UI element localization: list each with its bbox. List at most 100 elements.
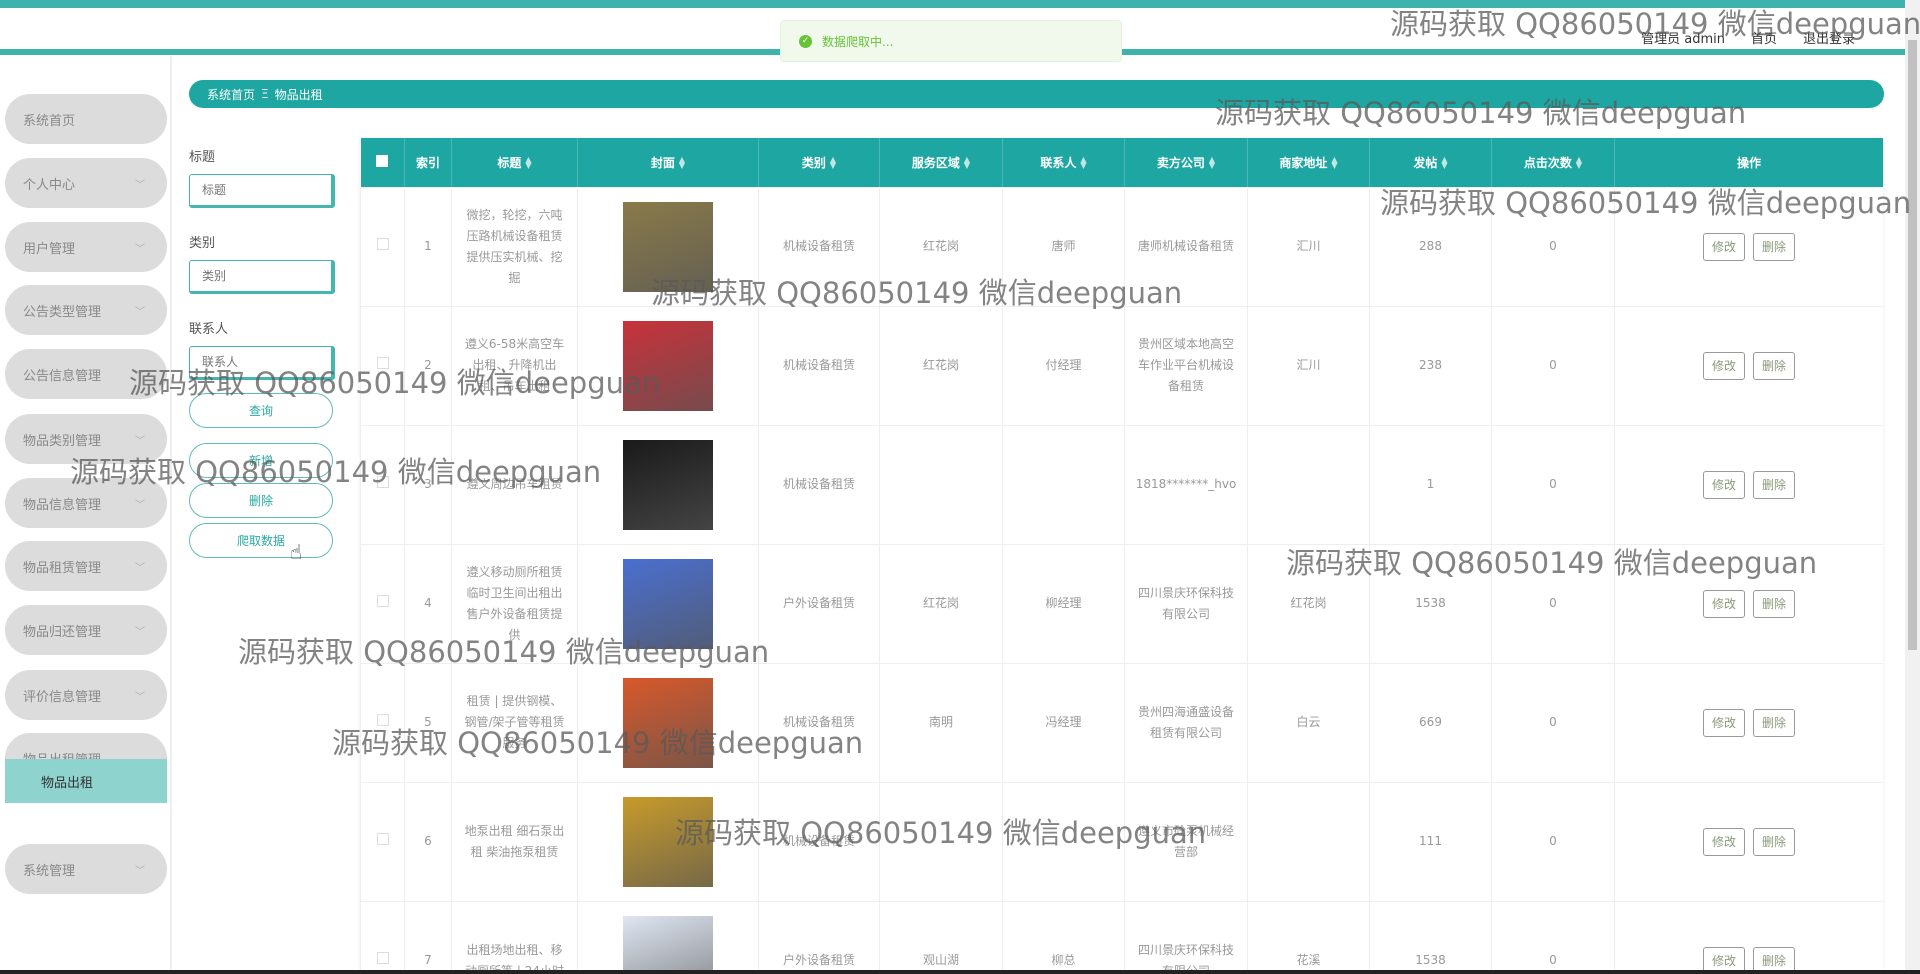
cell-title: 遵义6-58米高空车出租、升降机出租、吊车出租 bbox=[451, 305, 578, 426]
sidebar-item[interactable]: 物品归还管理 ﹀ bbox=[5, 605, 167, 655]
sidebar-item[interactable]: 物品租赁管理 ﹀ bbox=[5, 541, 167, 591]
contact-input[interactable] bbox=[189, 346, 335, 380]
edit-button[interactable]: 修改 bbox=[1703, 351, 1745, 380]
column-header[interactable]: 联系人 ▲ ▼ bbox=[1002, 138, 1125, 187]
cell-contact bbox=[1002, 424, 1125, 545]
breadcrumb-home[interactable]: 系统首页 bbox=[207, 86, 255, 103]
cover-image bbox=[623, 320, 713, 411]
sidebar-item[interactable]: 评价信息管理 ﹀ bbox=[5, 670, 167, 720]
page-scrollbar[interactable] bbox=[1905, 0, 1920, 974]
cell-title: 出租场地出租、移动厕所等 | 24小时 bbox=[451, 900, 578, 970]
column-header[interactable]: 商家地址 ▲ ▼ bbox=[1247, 138, 1370, 187]
column-label: 封面 bbox=[650, 155, 675, 170]
cell-title: 微挖，轮挖，六吨压路机械设备租赁提供压实机械、挖掘 bbox=[451, 186, 578, 307]
sidebar-item[interactable]: 用户管理 ﹀ bbox=[5, 222, 167, 272]
edit-button[interactable]: 修改 bbox=[1703, 946, 1745, 970]
cell-area: 南明 bbox=[879, 662, 1003, 783]
column-header[interactable]: 类别 ▲ ▼ bbox=[758, 138, 880, 187]
scrollbar-thumb[interactable] bbox=[1908, 40, 1917, 650]
category-input[interactable] bbox=[189, 260, 335, 294]
sort-icon[interactable]: ▲ ▼ bbox=[1576, 156, 1582, 170]
cell-contact: 唐师 bbox=[1002, 186, 1125, 307]
column-header[interactable]: 标题 ▲ ▼ bbox=[451, 138, 578, 187]
row-checkbox[interactable] bbox=[360, 543, 405, 664]
query-button[interactable]: 查询 bbox=[189, 393, 333, 428]
sort-icon[interactable]: ▲ ▼ bbox=[679, 156, 685, 170]
cell-index: 3 bbox=[404, 424, 452, 545]
edit-button[interactable]: 修改 bbox=[1703, 470, 1745, 499]
sidebar-subitem-rental-out[interactable]: 物品出租 bbox=[5, 759, 167, 803]
sort-icon[interactable]: ▲ ▼ bbox=[525, 156, 531, 170]
row-delete-button[interactable]: 删除 bbox=[1753, 232, 1795, 261]
add-button[interactable]: 新增 bbox=[189, 443, 333, 478]
cell-clicks: 0 bbox=[1491, 305, 1615, 426]
sidebar-item[interactable]: 系统管理 ﹀ bbox=[5, 844, 167, 894]
sidebar-item-label: 物品信息管理 bbox=[23, 497, 102, 513]
cell-actions: 修改 删除 bbox=[1614, 186, 1883, 307]
table-row: 6 地泵出租 细石泵出租 柴油拖泵租赁 机械设备租赁 遵义市砼泵机械经营部 111 0 修改… bbox=[360, 781, 1883, 902]
sort-icon[interactable]: ▲ ▼ bbox=[1209, 156, 1215, 170]
title-input[interactable] bbox=[189, 174, 335, 208]
row-checkbox[interactable] bbox=[360, 781, 405, 902]
chevron-down-icon: ﹀ bbox=[135, 243, 145, 255]
chevron-down-icon: ﹀ bbox=[135, 435, 145, 447]
sidebar-item[interactable]: 公告信息管理 ﹀ bbox=[5, 349, 167, 399]
sidebar-item[interactable]: 系统首页 bbox=[5, 94, 167, 144]
column-header[interactable]: 点击次数 ▲ ▼ bbox=[1491, 138, 1615, 187]
row-delete-button[interactable]: 删除 bbox=[1753, 589, 1795, 618]
cell-area: 红花岗 bbox=[879, 305, 1003, 426]
edit-button[interactable]: 修改 bbox=[1703, 232, 1745, 261]
cell-cover bbox=[577, 305, 759, 426]
edit-button[interactable]: 修改 bbox=[1703, 708, 1745, 737]
table-row: 1 微挖，轮挖，六吨压路机械设备租赁提供压实机械、挖掘 机械设备租赁 红花岗 唐师 唐师机… bbox=[360, 186, 1883, 307]
sidebar-item-label: 系统首页 bbox=[23, 113, 76, 129]
column-header: 索引 bbox=[404, 138, 452, 187]
row-checkbox[interactable] bbox=[360, 900, 405, 970]
cell-contact: 柳经理 bbox=[1002, 543, 1125, 664]
row-checkbox[interactable] bbox=[360, 662, 405, 783]
table-row: 5 租赁 | 提供钢模、钢管/架子管等租赁服务 机械设备租赁 南明 冯经理 贵州四海通盛设… bbox=[360, 662, 1883, 783]
edit-button[interactable]: 修改 bbox=[1703, 589, 1745, 618]
sidebar-item[interactable]: 物品类别管理 ﹀ bbox=[5, 414, 167, 464]
cell-address bbox=[1247, 781, 1370, 902]
cell-index: 4 bbox=[404, 543, 452, 664]
sidebar-item[interactable]: 物品信息管理 ﹀ bbox=[5, 478, 167, 528]
cell-cover bbox=[577, 543, 759, 664]
chevron-down-icon: ﹀ bbox=[135, 562, 145, 574]
cell-actions: 修改 删除 bbox=[1614, 543, 1883, 664]
column-header[interactable]: 封面 ▲ ▼ bbox=[577, 138, 759, 187]
sort-icon[interactable]: ▲ ▼ bbox=[1331, 156, 1337, 170]
row-delete-button[interactable]: 删除 bbox=[1753, 708, 1795, 737]
sort-icon[interactable]: ▲ ▼ bbox=[964, 156, 970, 170]
cell-index: 6 bbox=[404, 781, 452, 902]
sidebar-item[interactable]: 个人中心 ﹀ bbox=[5, 158, 167, 208]
sort-icon[interactable]: ▲ ▼ bbox=[1080, 156, 1086, 170]
logout-link[interactable]: 退出登录 bbox=[1803, 28, 1855, 47]
edit-button[interactable]: 修改 bbox=[1703, 827, 1745, 856]
row-checkbox[interactable] bbox=[360, 305, 405, 426]
table-row: 7出租场地出租、移动厕所等 | 24小时 户外设备租赁观山湖柳总四川景庆环保科技有… bbox=[360, 900, 1883, 970]
row-checkbox[interactable] bbox=[360, 424, 405, 545]
row-delete-button[interactable]: 删除 bbox=[1753, 470, 1795, 499]
row-delete-button[interactable]: 删除 bbox=[1753, 946, 1795, 970]
column-label: 操作 bbox=[1736, 155, 1761, 170]
bottom-bar bbox=[0, 970, 1920, 974]
cover-image bbox=[623, 201, 713, 292]
select-all-checkbox[interactable] bbox=[360, 138, 405, 187]
crawl-data-button[interactable]: 爬取数据 bbox=[189, 523, 333, 558]
cell-index: 1 bbox=[404, 186, 452, 307]
row-delete-button[interactable]: 删除 bbox=[1753, 351, 1795, 380]
column-header[interactable]: 卖方公司 ▲ ▼ bbox=[1124, 138, 1248, 187]
column-header[interactable]: 服务区域 ▲ ▼ bbox=[879, 138, 1003, 187]
home-link[interactable]: 首页 bbox=[1751, 28, 1777, 47]
column-header[interactable]: 发帖 ▲ ▼ bbox=[1369, 138, 1492, 187]
sort-icon[interactable]: ▲ ▼ bbox=[830, 156, 836, 170]
row-checkbox[interactable] bbox=[360, 186, 405, 307]
chevron-down-icon: ﹀ bbox=[135, 691, 145, 703]
sort-icon[interactable]: ▲ ▼ bbox=[1441, 156, 1447, 170]
top-accent-bar bbox=[0, 0, 1905, 8]
row-delete-button[interactable]: 删除 bbox=[1753, 827, 1795, 856]
delete-button[interactable]: 删除 bbox=[189, 483, 333, 518]
sidebar-item[interactable]: 公告类型管理 ﹀ bbox=[5, 285, 167, 335]
toast-text: 数据爬取中... bbox=[822, 34, 894, 49]
